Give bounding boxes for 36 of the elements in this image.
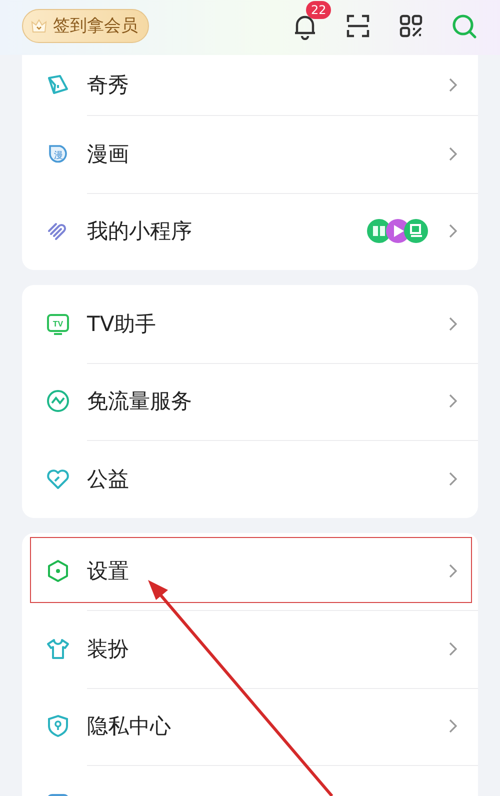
- chevron-right-icon: [448, 640, 458, 657]
- chevron-right-icon: [448, 563, 458, 580]
- chevron-right-icon: [448, 223, 458, 240]
- chevron-right-icon: [448, 316, 458, 332]
- chart-icon: [46, 389, 70, 414]
- menu-label: TV助手: [87, 310, 156, 338]
- menu-item[interactable]: 奇秀: [22, 55, 478, 115]
- menu-item[interactable]: 漫 漫画: [22, 115, 478, 192]
- menu-item[interactable]: 隐私中心: [22, 688, 478, 765]
- hexagon-icon: [46, 559, 70, 584]
- notification-badge: 22: [306, 0, 332, 18]
- menu-label: 公益: [87, 466, 129, 493]
- heart-icon: [46, 466, 70, 491]
- app-icons-drawing: [366, 218, 430, 244]
- menu-label: 漫画: [87, 140, 129, 168]
- chevron-right-icon: [448, 146, 458, 162]
- menu-label: 免流量服务: [87, 388, 192, 416]
- chevron-right-icon: [448, 718, 458, 734]
- menu-item[interactable]: 装扮: [22, 610, 478, 688]
- chevron-right-icon: [448, 77, 458, 93]
- menu-item[interactable]: TV TV助手: [22, 285, 478, 362]
- menu-label: 设置: [87, 558, 129, 586]
- shirt-icon: [46, 636, 70, 661]
- shield-icon: [46, 714, 70, 738]
- menu-label: 奇秀: [87, 72, 129, 99]
- chevron-right-icon: [448, 470, 458, 487]
- member-signin-button[interactable]: 签到拿会员: [22, 8, 149, 42]
- menu-item[interactable]: 公益: [22, 440, 478, 518]
- menu-label: 装扮: [87, 636, 129, 663]
- chevron-right-icon: [448, 393, 458, 410]
- menu-label: 我的小程序: [87, 218, 192, 246]
- menu-item[interactable]: 免流量服务: [22, 362, 478, 440]
- play-card-icon: [46, 73, 70, 97]
- menu-item[interactable]: 设置: [22, 532, 478, 610]
- menu-label: 隐私中心: [87, 713, 171, 740]
- menu-item[interactable]: 我的小程序: [22, 192, 478, 270]
